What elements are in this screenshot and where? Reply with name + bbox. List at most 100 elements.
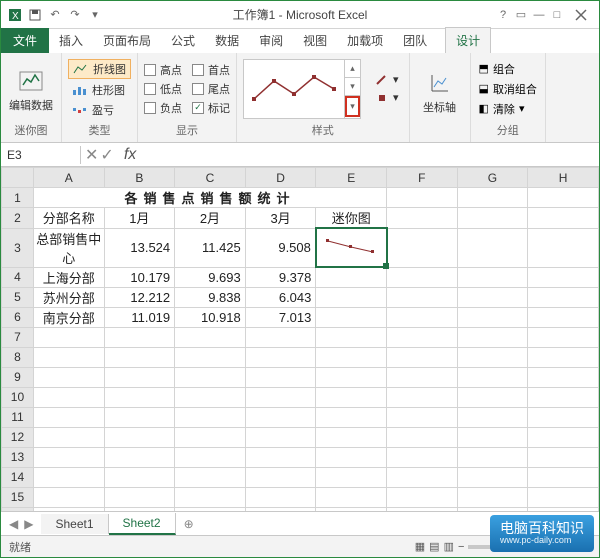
cell[interactable]: 迷你图 xyxy=(316,208,387,229)
scroll-up-icon[interactable]: ▴ xyxy=(345,60,360,78)
name-box[interactable]: E3 xyxy=(1,146,81,164)
ungroup-button[interactable]: ⬓取消组合 xyxy=(477,80,539,98)
cell[interactable] xyxy=(33,427,104,447)
cell[interactable]: 6.043 xyxy=(245,287,316,307)
cell[interactable] xyxy=(528,407,599,427)
cell[interactable] xyxy=(528,267,599,287)
tab-file[interactable]: 文件 xyxy=(1,28,49,53)
row-head[interactable]: 4 xyxy=(2,267,34,287)
cell[interactable] xyxy=(387,387,458,407)
ribbon-display-icon[interactable]: ▭ xyxy=(513,7,529,23)
cell[interactable] xyxy=(316,367,387,387)
cell[interactable] xyxy=(457,387,528,407)
cell[interactable] xyxy=(175,447,246,467)
enter-icon[interactable]: ✓ xyxy=(100,145,113,165)
cell[interactable] xyxy=(33,367,104,387)
cell[interactable] xyxy=(457,347,528,367)
cell[interactable]: 11.425 xyxy=(175,228,246,267)
cell[interactable]: 13.524 xyxy=(104,228,175,267)
formula-input[interactable] xyxy=(142,153,599,157)
tab-team[interactable]: 团队 xyxy=(393,28,437,53)
maximize-icon[interactable]: □ xyxy=(549,7,565,23)
col-head-E[interactable]: E xyxy=(316,168,387,188)
cell[interactable] xyxy=(245,387,316,407)
cell[interactable] xyxy=(33,447,104,467)
cell[interactable] xyxy=(175,327,246,347)
col-head-H[interactable]: H xyxy=(528,168,599,188)
cell[interactable] xyxy=(457,228,528,267)
cell[interactable]: 11.019 xyxy=(104,307,175,327)
cell[interactable] xyxy=(387,407,458,427)
cell[interactable] xyxy=(245,347,316,367)
cell[interactable] xyxy=(245,487,316,507)
cell[interactable]: 上海分部 xyxy=(33,267,104,287)
cell[interactable] xyxy=(457,487,528,507)
cell[interactable] xyxy=(316,287,387,307)
cell[interactable] xyxy=(528,188,599,208)
cell[interactable] xyxy=(457,307,528,327)
row-head[interactable]: 8 xyxy=(2,347,34,367)
cell[interactable] xyxy=(316,307,387,327)
cell[interactable] xyxy=(175,467,246,487)
cell[interactable]: 7.013 xyxy=(245,307,316,327)
row-head[interactable]: 13 xyxy=(2,447,34,467)
minimize-icon[interactable]: — xyxy=(531,7,547,23)
cell-title[interactable]: 各销售点销售额统计 xyxy=(33,188,386,208)
cell[interactable] xyxy=(457,267,528,287)
cell[interactable] xyxy=(387,427,458,447)
cell[interactable] xyxy=(104,407,175,427)
cell[interactable] xyxy=(528,228,599,267)
cell[interactable] xyxy=(175,487,246,507)
marker-color-button[interactable]: ▾ xyxy=(371,90,403,105)
row-head[interactable]: 6 xyxy=(2,307,34,327)
cell[interactable]: 分部名称 xyxy=(33,208,104,229)
view-break-icon[interactable]: ▥ xyxy=(444,540,454,553)
cell[interactable]: 2月 xyxy=(175,208,246,229)
cell[interactable] xyxy=(457,208,528,229)
cell[interactable] xyxy=(387,188,458,208)
check-low[interactable]: 低点 xyxy=(144,81,182,97)
cell[interactable] xyxy=(316,487,387,507)
row-head[interactable]: 3 xyxy=(2,228,34,267)
group-button[interactable]: ⬒组合 xyxy=(477,60,539,78)
tab-view[interactable]: 视图 xyxy=(293,28,337,53)
cell[interactable]: 总部销售中心 xyxy=(33,228,104,267)
cell[interactable] xyxy=(528,307,599,327)
cell[interactable] xyxy=(528,287,599,307)
cell[interactable] xyxy=(387,287,458,307)
row-head[interactable]: 12 xyxy=(2,427,34,447)
cell[interactable] xyxy=(457,447,528,467)
sheet-nav-prev-icon[interactable]: ◀ xyxy=(9,517,18,531)
cell[interactable]: 苏州分部 xyxy=(33,287,104,307)
cell[interactable] xyxy=(104,347,175,367)
cell[interactable] xyxy=(316,467,387,487)
close-icon[interactable] xyxy=(567,5,595,25)
cell[interactable] xyxy=(316,447,387,467)
cell[interactable] xyxy=(316,407,387,427)
row-head[interactable]: 9 xyxy=(2,367,34,387)
tab-design[interactable]: 设计 xyxy=(445,27,491,53)
cell[interactable] xyxy=(528,467,599,487)
row-head[interactable]: 7 xyxy=(2,327,34,347)
cell[interactable] xyxy=(245,467,316,487)
cell[interactable] xyxy=(175,387,246,407)
tab-insert[interactable]: 插入 xyxy=(49,28,93,53)
type-winloss-button[interactable]: 盈亏 xyxy=(68,101,131,119)
cell[interactable]: 9.508 xyxy=(245,228,316,267)
check-last[interactable]: 尾点 xyxy=(192,81,230,97)
tab-review[interactable]: 审阅 xyxy=(249,28,293,53)
style-gallery[interactable]: ▴ ▾ ▾ xyxy=(243,59,361,119)
cell[interactable]: 10.918 xyxy=(175,307,246,327)
cell[interactable] xyxy=(387,228,458,267)
fx-icon[interactable]: fx xyxy=(118,146,142,164)
row-head[interactable]: 1 xyxy=(2,188,34,208)
cell[interactable] xyxy=(528,347,599,367)
zoom-out-icon[interactable]: − xyxy=(458,541,464,553)
col-head-D[interactable]: D xyxy=(245,168,316,188)
tab-data[interactable]: 数据 xyxy=(205,28,249,53)
undo-icon[interactable]: ↶ xyxy=(47,7,63,23)
cell-selected-E3[interactable] xyxy=(316,228,387,267)
tab-addins[interactable]: 加载项 xyxy=(337,28,393,53)
col-head-C[interactable]: C xyxy=(175,168,246,188)
save-icon[interactable] xyxy=(27,7,43,23)
